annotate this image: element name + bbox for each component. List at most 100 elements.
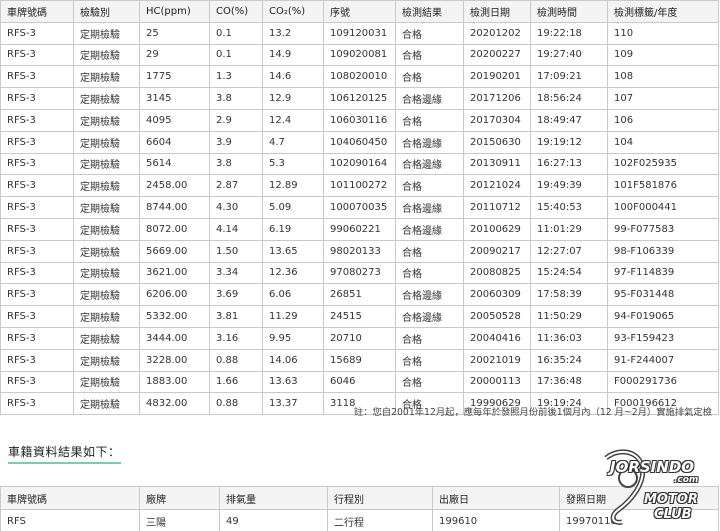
table-row: RFS-3 定期檢驗 29 0.1 14.9 109020081 合格 20200227 19:… bbox=[0, 43, 719, 67]
table-cell: RFS-3 bbox=[0, 326, 74, 350]
table-cell: 109020081 bbox=[323, 43, 396, 67]
table-cell: 3621.00 bbox=[139, 261, 210, 285]
table-cell: 104060450 bbox=[323, 130, 396, 154]
table-cell: 6206.00 bbox=[139, 283, 210, 307]
table-cell: 29 bbox=[139, 43, 210, 67]
table-cell: 9.95 bbox=[262, 326, 324, 350]
table-cell: 100070035 bbox=[323, 196, 396, 219]
table-cell: 93-F159423 bbox=[607, 326, 719, 350]
table-cell: 定期檢驗 bbox=[73, 348, 140, 372]
table-cell: 2.9 bbox=[209, 108, 263, 132]
table-cell: 5669.00 bbox=[139, 239, 210, 263]
vehicle-header-row: 車牌號碼 廠牌 排氣量 行程別 出廠日 發照日期 bbox=[0, 486, 719, 510]
table-cell: 20021019 bbox=[463, 348, 531, 372]
table-row: RFS-3 定期檢驗 5669.00 1.50 13.65 98020133 合格 20090… bbox=[0, 239, 719, 263]
table-cell: 12:27:07 bbox=[530, 239, 608, 263]
table-cell: 25 bbox=[139, 21, 210, 45]
table-cell: 95-F031448 bbox=[607, 283, 719, 307]
table-cell: 20060309 bbox=[463, 283, 531, 307]
table-row: RFS-3 定期檢驗 8072.00 4.14 6.19 99060221 合格邊緣 2010… bbox=[0, 217, 719, 241]
table-cell: 20170304 bbox=[463, 108, 531, 132]
table-cell: 5.09 bbox=[262, 196, 324, 219]
table-cell: 定期檢驗 bbox=[73, 130, 140, 154]
table-cell: 6.06 bbox=[262, 283, 324, 307]
inspection-col-header: 檢測結果 bbox=[395, 0, 464, 23]
inspection-col-header: 檢測標籤/年度 bbox=[607, 0, 719, 23]
table-cell: 20190201 bbox=[463, 65, 531, 89]
vehicle-cell: 19970118 bbox=[559, 509, 719, 531]
table-cell: 0.88 bbox=[209, 392, 263, 416]
table-cell: RFS-3 bbox=[0, 283, 74, 307]
table-cell: 12.36 bbox=[262, 261, 324, 285]
vehicle-section-title: 車籍資料結果如下： bbox=[8, 443, 121, 464]
table-cell: 20171206 bbox=[463, 87, 531, 110]
table-cell: 20200227 bbox=[463, 43, 531, 67]
table-cell: 20710 bbox=[323, 326, 396, 350]
table-cell: 合格邊緣 bbox=[395, 130, 464, 154]
table-cell: 18:56:24 bbox=[530, 87, 608, 110]
vehicle-cell: RFS bbox=[0, 509, 140, 531]
table-cell: 定期檢驗 bbox=[73, 392, 140, 416]
table-cell: 定期檢驗 bbox=[73, 283, 140, 307]
table-cell: 6046 bbox=[323, 370, 396, 394]
table-cell: 1.50 bbox=[209, 239, 263, 263]
table-cell: 104 bbox=[607, 130, 719, 154]
table-cell: 20130911 bbox=[463, 152, 531, 176]
table-cell: 合格邊緣 bbox=[395, 217, 464, 241]
table-cell: 15:24:54 bbox=[530, 261, 608, 285]
table-cell: 3.16 bbox=[209, 326, 263, 350]
table-cell: 定期檢驗 bbox=[73, 174, 140, 198]
table-cell: RFS-3 bbox=[0, 348, 74, 372]
table-cell: 11:36:03 bbox=[530, 326, 608, 350]
table-cell: 13.65 bbox=[262, 239, 324, 263]
inspection-col-header: 檢驗別 bbox=[73, 0, 140, 23]
table-cell: 109 bbox=[607, 43, 719, 67]
table-cell: 19:22:18 bbox=[530, 21, 608, 45]
watermark-line2: .com bbox=[674, 475, 699, 485]
table-cell: 20050528 bbox=[463, 305, 531, 328]
vehicle-cell: 三陽 bbox=[139, 509, 220, 531]
table-cell: 8072.00 bbox=[139, 217, 210, 241]
table-cell: 定期檢驗 bbox=[73, 152, 140, 176]
table-cell: 4832.00 bbox=[139, 392, 210, 416]
vehicle-cell: 199610 bbox=[432, 509, 560, 531]
vehicle-cell: 49 bbox=[219, 509, 328, 531]
table-cell: 3.81 bbox=[209, 305, 263, 328]
table-cell: 15689 bbox=[323, 348, 396, 372]
table-cell: 20121024 bbox=[463, 174, 531, 198]
table-cell: 3145 bbox=[139, 87, 210, 110]
table-cell: 合格 bbox=[395, 239, 464, 263]
table-cell: 20201202 bbox=[463, 21, 531, 45]
table-row: RFS-3 定期檢驗 5332.00 3.81 11.29 24515 合格邊緣 200505… bbox=[0, 305, 719, 328]
table-cell: 16:35:24 bbox=[530, 348, 608, 372]
table-cell: 20110712 bbox=[463, 196, 531, 219]
table-cell: 20090217 bbox=[463, 239, 531, 263]
table-cell: RFS-3 bbox=[0, 392, 74, 416]
table-cell: 4.14 bbox=[209, 217, 263, 241]
table-cell: 24515 bbox=[323, 305, 396, 328]
table-cell: RFS-3 bbox=[0, 87, 74, 110]
table-cell: 0.1 bbox=[209, 43, 263, 67]
table-row: RFS-3 定期檢驗 3444.00 3.16 9.95 20710 合格 20040416 1… bbox=[0, 326, 719, 350]
table-cell: 99-F077583 bbox=[607, 217, 719, 241]
table-cell: 12.4 bbox=[262, 108, 324, 132]
table-cell: 15:40:53 bbox=[530, 196, 608, 219]
table-cell: 合格邊緣 bbox=[395, 305, 464, 328]
table-cell: 4.30 bbox=[209, 196, 263, 219]
table-cell: 11.29 bbox=[262, 305, 324, 328]
table-row: RFS-3 定期檢驗 6206.00 3.69 6.06 26851 合格邊緣 2006030… bbox=[0, 283, 719, 307]
table-cell: 定期檢驗 bbox=[73, 87, 140, 110]
table-row: RFS-3 定期檢驗 1883.00 1.66 13.63 6046 合格 20000113 1… bbox=[0, 370, 719, 394]
table-cell: 5332.00 bbox=[139, 305, 210, 328]
table-cell: 4095 bbox=[139, 108, 210, 132]
table-cell: 3444.00 bbox=[139, 326, 210, 350]
table-cell: 定期檢驗 bbox=[73, 21, 140, 45]
inspection-col-header: HC(ppm) bbox=[139, 0, 210, 23]
table-cell: 定期檢驗 bbox=[73, 43, 140, 67]
table-row: RFS-3 定期檢驗 6604 3.9 4.7 104060450 合格邊緣 20150630… bbox=[0, 130, 719, 154]
inspection-col-header: 檢測日期 bbox=[463, 0, 531, 23]
table-cell: 97-F114839 bbox=[607, 261, 719, 285]
table-row: RFS-3 定期檢驗 1775 1.3 14.6 108020010 合格 20190201 1… bbox=[0, 65, 719, 89]
table-cell: 3228.00 bbox=[139, 348, 210, 372]
table-cell: 12.9 bbox=[262, 87, 324, 110]
